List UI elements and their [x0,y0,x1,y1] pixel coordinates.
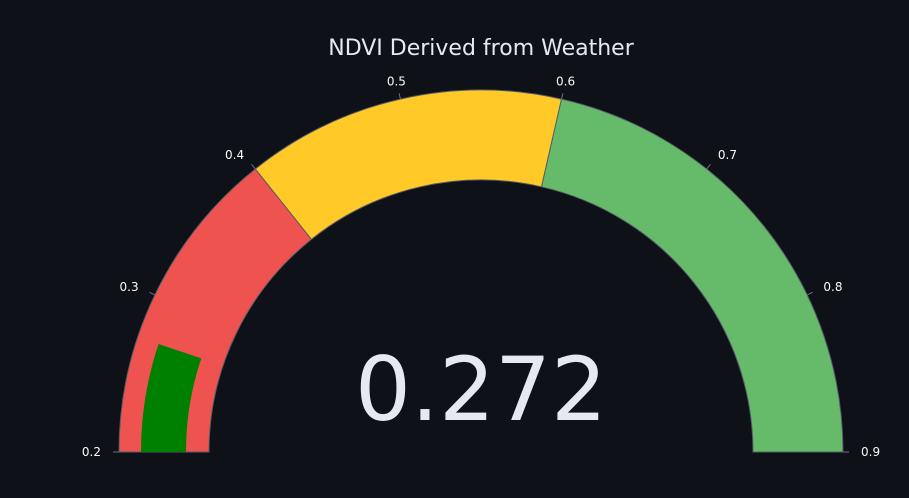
gauge-tick-label: 0.6 [556,75,575,89]
gauge-tick-label: 0.8 [823,280,842,294]
gauge-tick-mark [251,163,256,170]
gauge-tick-label: 0.9 [861,445,880,459]
gauge-tick-mark [706,163,711,170]
gauge-tick-mark [149,291,156,296]
gauge-svg: 0.2 0.3 0.4 0.5 0.6 0.7 0.8 0.9 NDVI Derived fr… [82,36,880,459]
gauge-tick-label: 0.3 [120,280,139,294]
gauge-step-1 [254,89,563,241]
gauge-tick-mark [806,291,813,296]
gauge-tick-label: 0.4 [225,148,244,162]
gauge-value-number: 0.272 [355,338,607,441]
gauge-tick-label: 0.2 [82,445,101,459]
gauge-tick-label: 0.5 [387,75,406,89]
gauge-chart: 0.2 0.3 0.4 0.5 0.6 0.7 0.8 0.9 NDVI Derived fr… [0,0,909,498]
gauge-tick-mark [398,93,401,100]
gauge-tick-label: 0.7 [718,148,737,162]
gauge-tick-mark [561,93,564,100]
chart-title: NDVI Derived from Weather [328,36,634,61]
